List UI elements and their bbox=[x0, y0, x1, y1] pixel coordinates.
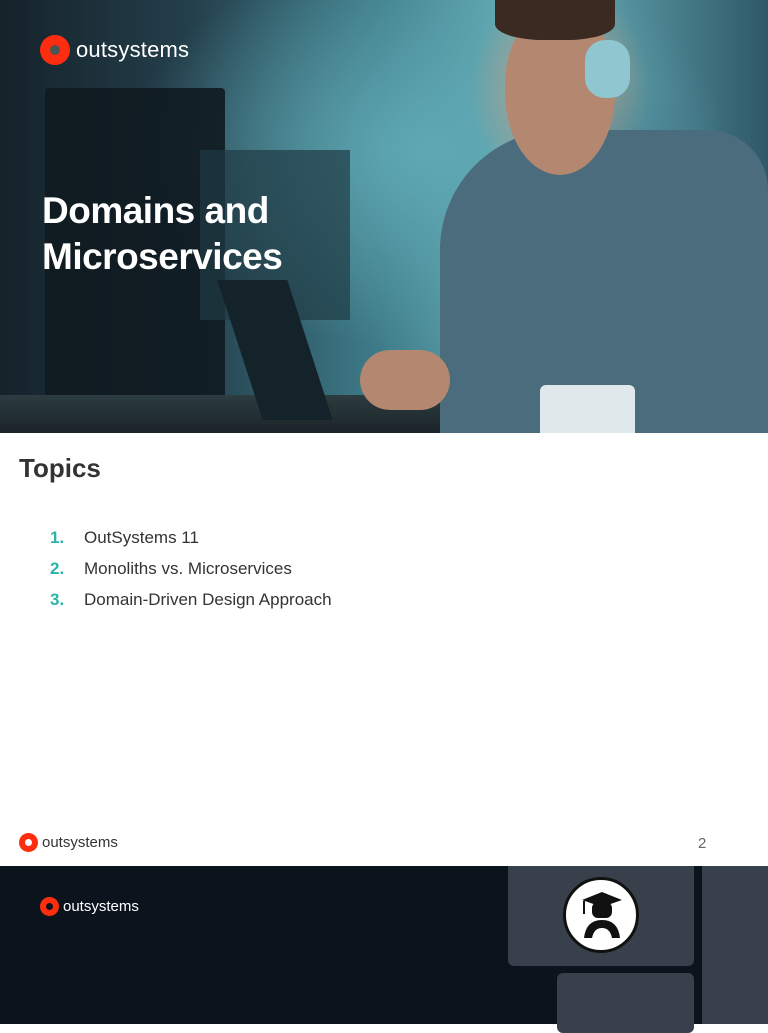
page-number: 2 bbox=[698, 835, 707, 852]
person-hair bbox=[495, 0, 615, 40]
graduate-avatar-icon bbox=[563, 877, 639, 953]
outsystems-logo-icon bbox=[40, 897, 59, 916]
outsystems-logo-icon bbox=[40, 35, 70, 65]
item-label: OutSystems 11 bbox=[84, 528, 199, 547]
list-item: 2. Monoliths vs. Microservices bbox=[50, 559, 332, 590]
next-slide-logo: outsystems bbox=[40, 897, 139, 916]
logo-text: outsystems bbox=[42, 834, 118, 851]
tile bbox=[702, 866, 768, 1024]
logo-text: outsystems bbox=[76, 37, 190, 62]
person-hand bbox=[360, 350, 450, 410]
hero-logo: outsystems bbox=[40, 35, 189, 65]
logo-text: outsystems bbox=[63, 898, 139, 915]
topics-heading: Topics bbox=[19, 453, 101, 483]
item-number: 1. bbox=[50, 528, 65, 547]
headphones-icon bbox=[585, 40, 630, 98]
outsystems-logo-icon bbox=[19, 833, 38, 852]
footer-logo: outsystems bbox=[19, 833, 118, 852]
title-line-2: Microservices bbox=[42, 236, 283, 277]
list-item: 1. OutSystems 11 bbox=[50, 528, 332, 559]
title-line-1: Domains and bbox=[42, 190, 269, 231]
topics-list: 1. OutSystems 11 2. Monoliths vs. Microser… bbox=[50, 528, 332, 621]
mug-shape bbox=[540, 385, 635, 433]
tile bbox=[557, 973, 694, 1033]
item-number: 2. bbox=[50, 559, 65, 578]
slide-title: Domains and Microservices bbox=[42, 188, 283, 280]
item-label: Monoliths vs. Microservices bbox=[84, 559, 292, 578]
item-number: 3. bbox=[50, 590, 65, 609]
item-label: Domain-Driven Design Approach bbox=[84, 590, 332, 609]
list-item: 3. Domain-Driven Design Approach bbox=[50, 590, 332, 621]
